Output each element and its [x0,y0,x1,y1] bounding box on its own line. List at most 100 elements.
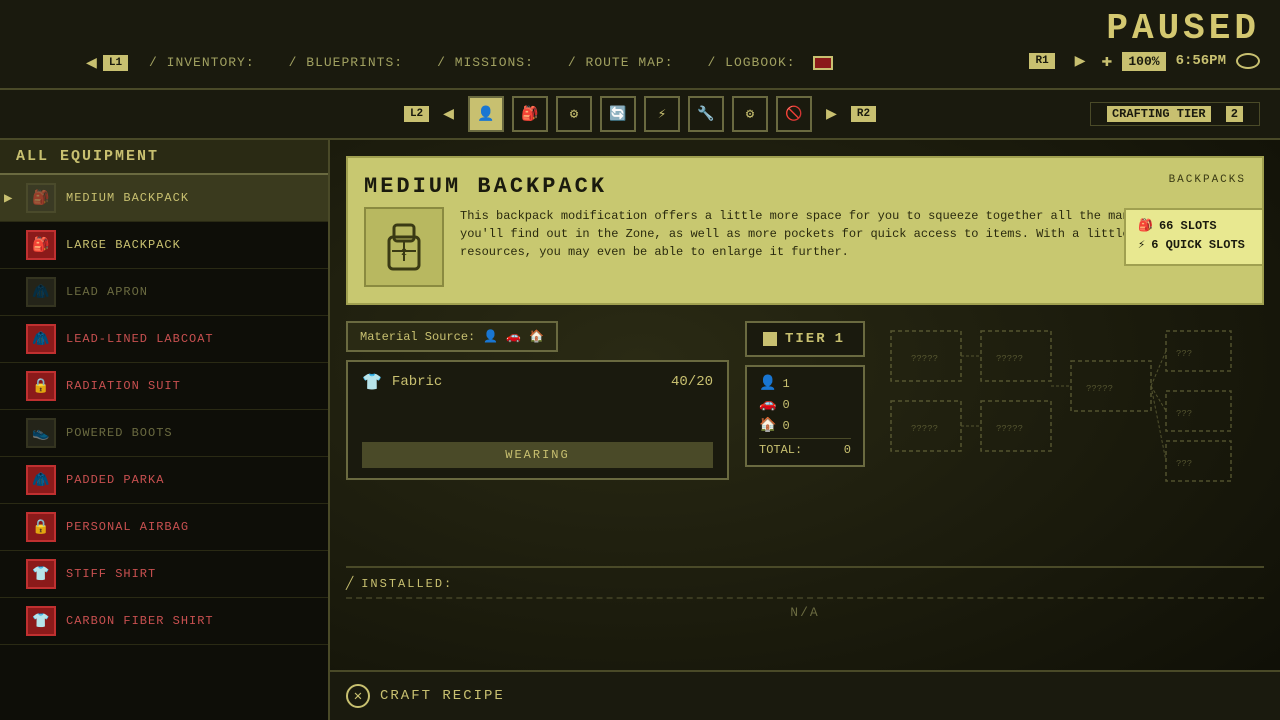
svg-text:?????: ????? [996,354,1023,364]
resource-player-icon: 👤 [759,375,776,392]
resource-home-count: 0 [782,419,789,433]
category-lightning-icon[interactable]: ⚡ [644,96,680,132]
l2-badge: L2 [404,106,429,122]
lead-labcoat-icon: 🧥 [26,324,56,354]
crafting-tier-label: CRAFTING TIER [1107,106,1211,122]
total-label: TOTAL: [759,443,802,457]
large-backpack-icon: 🎒 [26,230,56,260]
wearing-bar: WEARING [362,442,713,468]
resource-car-count: 0 [782,398,789,412]
second-nav-left[interactable]: ◀ [437,103,460,125]
total-row: TOTAL: 0 [759,443,851,457]
equip-item-medium-backpack[interactable]: ▶ 🎒 MEDIUM BACKPACK [0,175,328,222]
left-panel: ALL EQUIPMENT ▶ 🎒 MEDIUM BACKPACK 🎒 LARG… [0,140,330,720]
equip-item-lead-apron[interactable]: 🧥 LEAD APRON [0,269,328,316]
material-spacer [362,398,713,438]
svg-text:2: 2 [401,248,407,259]
crafting-area: Material Source: 👤 🚗 🏠 👕 Fabric 40/20 WE… [346,321,1264,506]
material-source-label: Material Source: [360,330,475,344]
stiff-shirt-icon: 👕 [26,559,56,589]
category-wrench-icon[interactable]: 🔧 [688,96,724,132]
tab-routemap[interactable]: / ROUTE MAP: [551,50,691,75]
eye-icon [1236,53,1260,69]
item-card-subtitle: BACKPACKS [1169,174,1246,186]
equip-item-personal-airbag[interactable]: 🔒 PERSONAL AIRBAG [0,504,328,551]
fabric-icon: 👕 [362,372,382,392]
powered-boots-icon: 👟 [26,418,56,448]
equipment-list: ▶ 🎒 MEDIUM BACKPACK 🎒 LARGE BACKPACK 🧥 L… [0,175,328,711]
equip-item-radiation-suit[interactable]: 🔒 RADIATION SUIT [0,363,328,410]
nav-left-arrow[interactable]: ◀ [80,52,103,74]
resource-row-player: 👤 1 [759,375,851,392]
zoom-badge: 100% [1122,52,1165,71]
stiff-shirt-label: STIFF SHIRT [66,567,156,581]
item-card-title: MEDIUM BACKPACK [364,174,1246,199]
tab-blueprints[interactable]: / BLUEPRINTS: [272,50,420,75]
svg-text:???: ??? [1176,409,1192,419]
top-bar: PAUSED ◀ L1 / INVENTORY: / BLUEPRINTS: /… [0,0,1280,90]
source-person-icon: 👤 [483,329,498,344]
svg-text:???: ??? [1176,349,1192,359]
category-block-icon[interactable]: 🚫 [776,96,812,132]
backpack-svg: 2 [374,217,434,277]
l1-badge: L1 [103,55,128,71]
radiation-suit-icon: 🔒 [26,371,56,401]
slots-icon: 🎒 [1138,218,1153,233]
tier-number: 1 [835,331,843,347]
fabric-count: 40/20 [671,374,713,390]
slots-value: 66 SLOTS [1159,219,1217,233]
equip-item-stiff-shirt[interactable]: 👕 STIFF SHIRT [0,551,328,598]
carbon-fiber-shirt-icon: 👕 [26,606,56,636]
equip-item-lead-labcoat[interactable]: 🧥 LEAD-LINED LABCOAT [0,316,328,363]
item-card-image: 2 [364,207,444,287]
lead-labcoat-label: LEAD-LINED LABCOAT [66,332,214,346]
tab-inventory[interactable]: / INVENTORY: [132,50,272,75]
material-source-bar: Material Source: 👤 🚗 🏠 [346,321,558,352]
large-backpack-label: LARGE BACKPACK [66,238,181,252]
category-gear-icon[interactable]: ⚙ [732,96,768,132]
nav-right-arrow[interactable]: ▶ [1069,50,1092,72]
equip-item-padded-parka[interactable]: 🧥 PADDED PARKA [0,457,328,504]
tier-square [763,332,777,346]
category-bag-icon[interactable]: 🎒 [512,96,548,132]
resource-player-count: 1 [782,377,789,391]
radiation-suit-label: RADIATION SUIT [66,379,181,393]
equip-item-powered-boots[interactable]: 👟 POWERED BOOTS [0,410,328,457]
crafting-tier-value: 2 [1226,106,1243,122]
medium-backpack-label: MEDIUM BACKPACK [66,191,189,205]
category-settings-icon[interactable]: ⚙ [556,96,592,132]
tab-missions[interactable]: / MISSIONS: [420,50,551,75]
category-person-icon[interactable]: 👤 [468,96,504,132]
medium-backpack-icon: 🎒 [26,183,56,213]
personal-airbag-label: PERSONAL AIRBAG [66,520,189,534]
equip-item-carbon-fiber-shirt[interactable]: 👕 CARBON FIBER SHIRT [0,598,328,645]
stat-slots: 🎒 66 SLOTS [1138,218,1250,233]
total-value: 0 [844,443,851,457]
category-cycle-icon[interactable]: 🔄 [600,96,636,132]
tier-section: TIER 1 👤 1 🚗 0 🏠 0 TOTAL: [745,321,865,467]
resource-row-home: 🏠 0 [759,417,851,434]
time-display: 6:56PM [1176,53,1226,69]
item-card-body: 2 This backpack modification offers a li… [364,207,1246,287]
dashed-diagram: ????? ????? ????? ????? ????? ??? ??? ??… [881,321,1264,506]
crafting-tier: CRAFTING TIER 2 [1090,102,1260,126]
resource-divider [759,438,851,439]
quick-slots-icon: ⚡ [1138,237,1145,252]
plus-icon: ✚ [1102,50,1113,72]
mail-icon [813,56,833,70]
carbon-fiber-shirt-label: CARBON FIBER SHIRT [66,614,214,628]
second-nav-right[interactable]: ▶ [820,103,843,125]
tab-logbook[interactable]: / LOGBOOK: [691,50,813,75]
equip-item-large-backpack[interactable]: 🎒 LARGE BACKPACK [0,222,328,269]
r2-badge: R2 [851,106,876,122]
tier-label: TIER [785,331,827,347]
quick-slots-value: 6 QUICK SLOTS [1151,238,1245,252]
selected-arrow: ▶ [4,190,12,207]
svg-text:?????: ????? [1086,384,1113,394]
svg-text:?????: ????? [996,424,1023,434]
resource-car-icon: 🚗 [759,396,776,413]
r1-badge: R1 [1029,53,1054,69]
nav-tabs: ◀ L1 / INVENTORY: / BLUEPRINTS: / MISSIO… [80,50,833,75]
lead-apron-icon: 🧥 [26,277,56,307]
svg-text:?????: ????? [911,354,938,364]
